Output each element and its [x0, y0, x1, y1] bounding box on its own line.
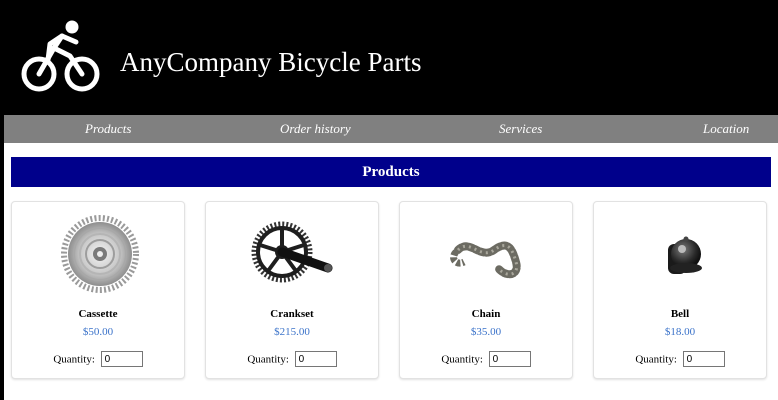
quantity-input-bell[interactable] [682, 351, 725, 368]
nav-order-history[interactable]: Order history [280, 115, 351, 143]
nav-products[interactable]: Products [85, 115, 131, 143]
product-card-crankset: Crankset $215.00 Quantity: [205, 201, 379, 379]
chain-icon [450, 241, 521, 279]
product-name: Cassette [78, 308, 118, 320]
quantity-label: Quantity: [441, 353, 483, 366]
cassette-icon [61, 215, 139, 293]
site-title: AnyCompany Bicycle Parts [120, 47, 422, 77]
nav-services[interactable]: Services [499, 115, 542, 143]
product-card-cassette: Cassette $50.00 Quantity: [11, 201, 185, 379]
site-header: AnyCompany Bicycle Parts [4, 4, 778, 114]
quantity-label: Quantity: [247, 353, 289, 366]
section-title: Products [11, 157, 771, 187]
quantity-row: Quantity: [206, 349, 378, 369]
product-name: Crankset [270, 308, 314, 320]
quantity-row: Quantity: [12, 349, 184, 369]
main-nav: Products Order history Services Location [4, 115, 778, 143]
quantity-input-cassette[interactable] [100, 351, 143, 368]
nav-location[interactable]: Location [703, 115, 749, 143]
quantity-label: Quantity: [635, 353, 677, 366]
crankset-icon [251, 221, 333, 283]
bell-icon [668, 236, 702, 274]
quantity-input-crankset[interactable] [294, 351, 337, 368]
quantity-label: Quantity: [53, 353, 95, 366]
product-price: $215.00 [274, 326, 310, 338]
cyclist-icon [21, 20, 100, 92]
product-price: $50.00 [82, 326, 114, 338]
product-name: Bell [670, 308, 690, 320]
product-price: $18.00 [664, 326, 696, 338]
product-card-chain: Chain $35.00 Quantity: [399, 201, 573, 379]
product-card-bell: Bell $18.00 Quantity: [593, 201, 767, 379]
page-frame: AnyCompany Bicycle Parts Products Order … [0, 0, 778, 400]
product-name: Chain [471, 308, 501, 320]
quantity-input-chain[interactable] [488, 351, 531, 368]
quantity-row: Quantity: [400, 349, 572, 369]
product-price: $35.00 [470, 326, 502, 338]
main-content: Products Cassette $50.00 Quantity: 0 Cra… [4, 143, 778, 400]
quantity-row: Quantity: [594, 349, 766, 369]
